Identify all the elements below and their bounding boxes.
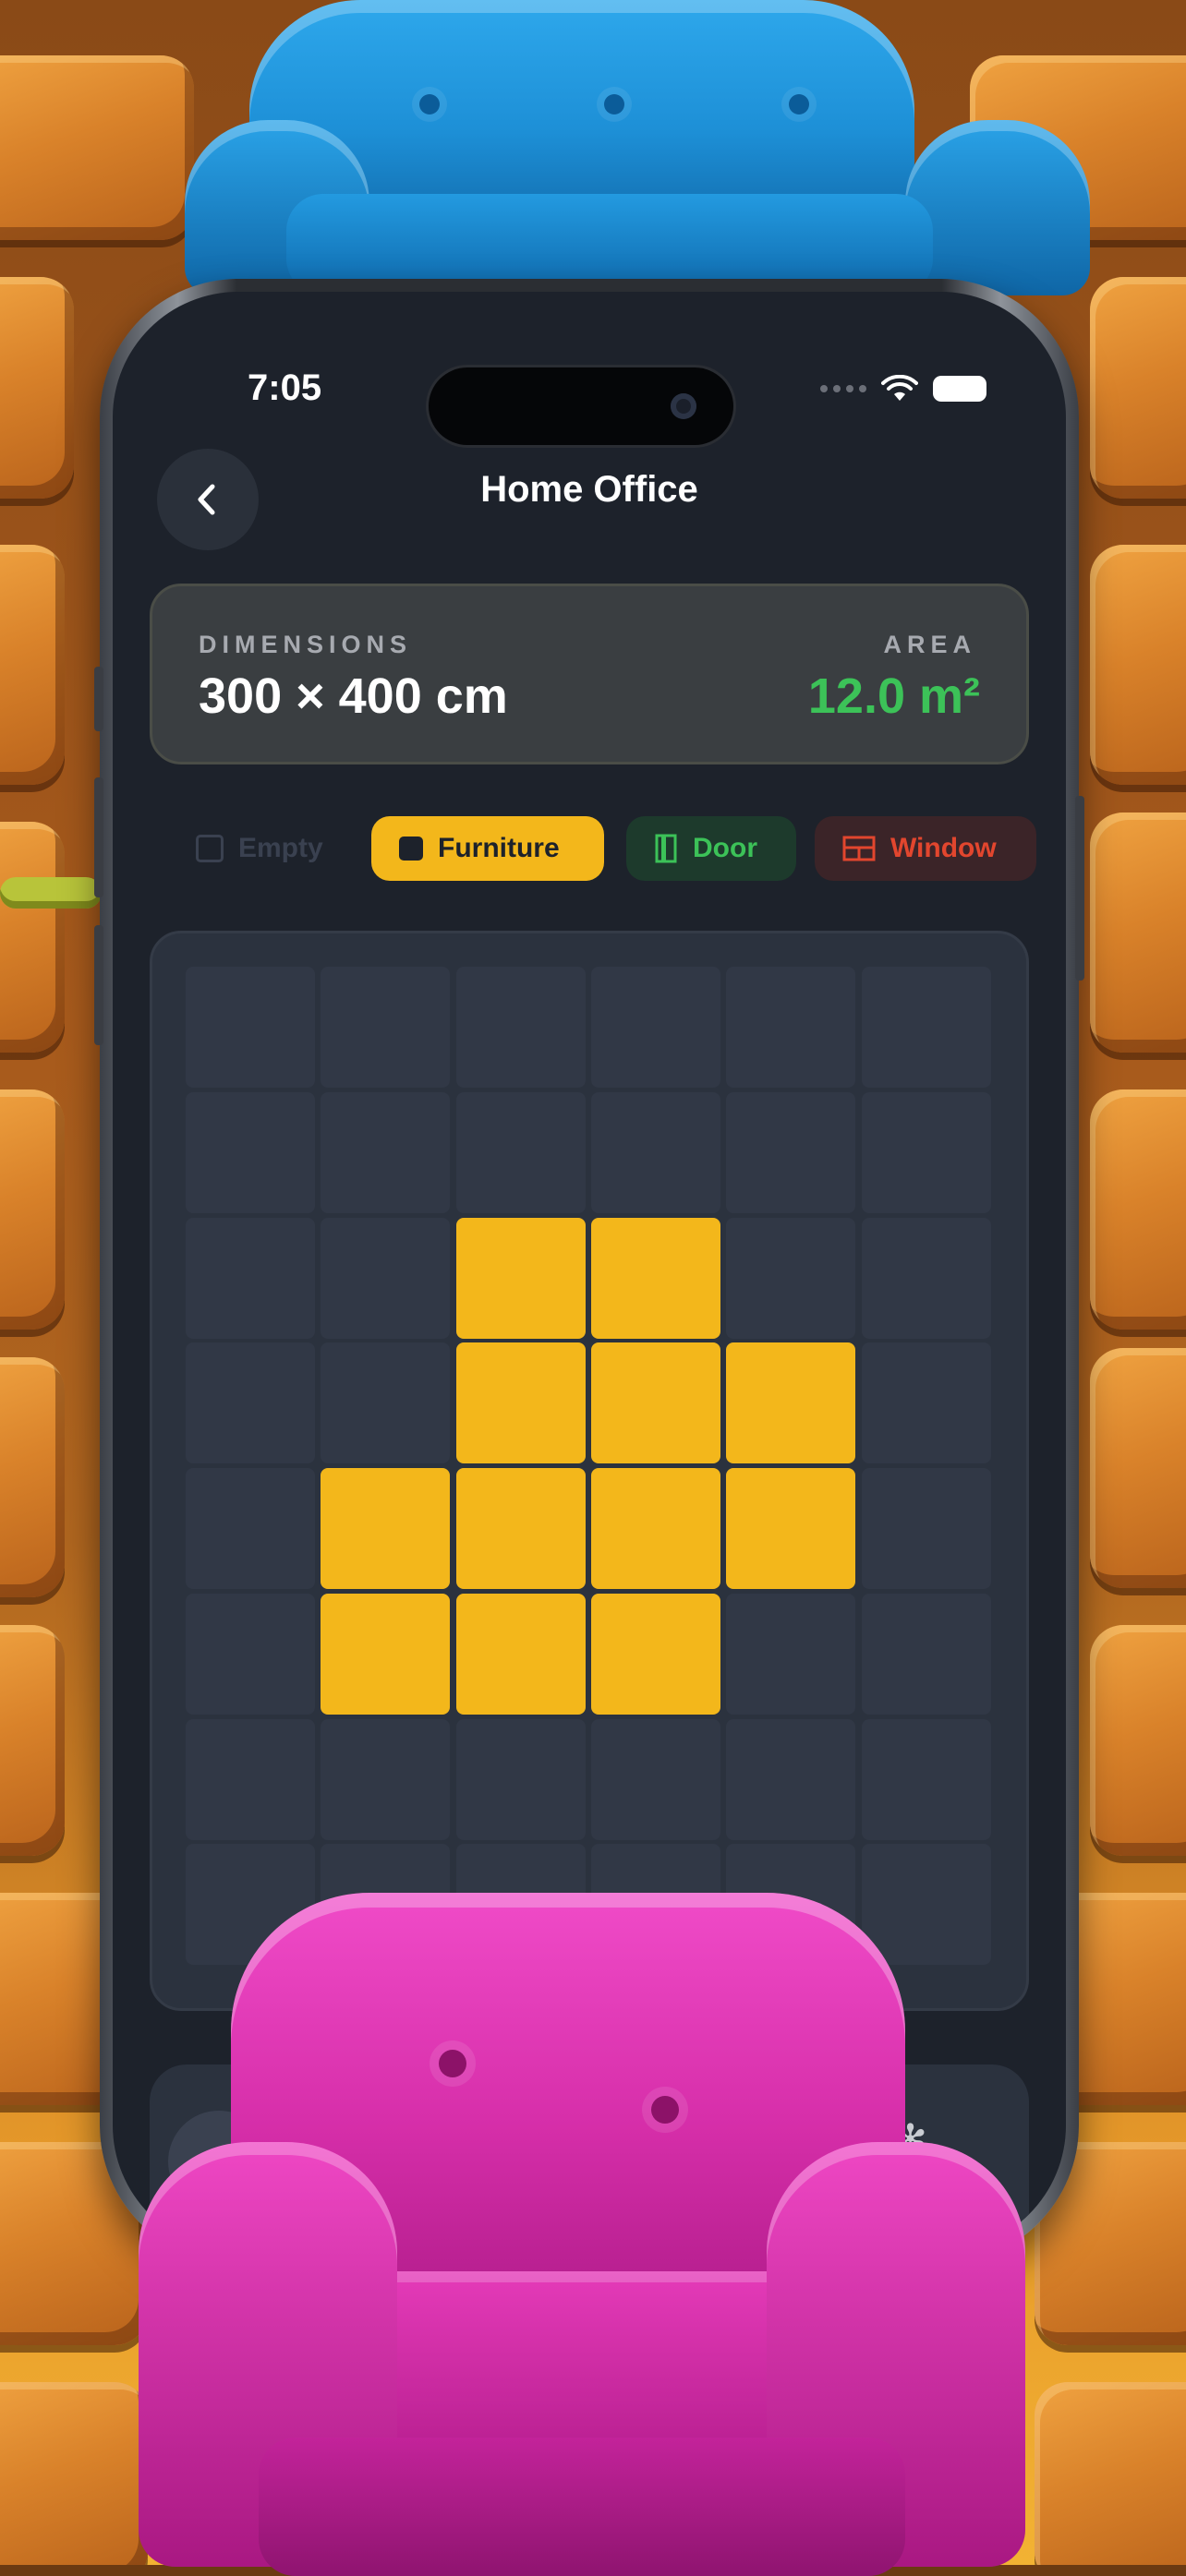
grid-cell-furniture[interactable] <box>455 1217 586 1339</box>
sofa-tuft <box>789 94 809 114</box>
tool-label: Furniture <box>438 833 560 863</box>
grid-cell-furniture[interactable] <box>590 1217 720 1339</box>
brick <box>0 822 65 1053</box>
brick <box>0 277 74 499</box>
grid-cell-empty[interactable] <box>861 1342 991 1464</box>
grid-cell-empty[interactable] <box>861 1468 991 1589</box>
grid-cell-empty[interactable] <box>186 1091 315 1213</box>
grid-cell-empty[interactable] <box>455 1718 586 1840</box>
grid-cell-furniture[interactable] <box>455 1593 586 1715</box>
tool-empty[interactable]: Empty <box>168 816 351 881</box>
grid-cell-empty[interactable] <box>455 967 586 1088</box>
grid-cell-furniture[interactable] <box>321 1593 451 1715</box>
status-icons <box>820 375 986 403</box>
grid-cell-furniture[interactable] <box>726 1342 856 1464</box>
brick <box>1090 277 1186 499</box>
status-time: 7:05 <box>248 367 322 408</box>
brick <box>1090 813 1186 1053</box>
grid-cell-empty[interactable] <box>861 1217 991 1339</box>
brick <box>1090 1625 1186 1856</box>
area-label: AREA <box>883 631 976 658</box>
dimensions-card: DIMENSIONS 300 × 400 cm AREA 12.0 m² <box>150 584 1029 764</box>
brick <box>1090 1089 1186 1330</box>
grid-cell-empty[interactable] <box>726 967 856 1088</box>
dimensions-label: DIMENSIONS <box>199 631 413 658</box>
grid-cell-empty[interactable] <box>861 1718 991 1840</box>
grid-cell-empty[interactable] <box>321 1342 451 1464</box>
armchair-tuft <box>439 2050 466 2077</box>
dynamic-island <box>429 367 733 445</box>
grid-cell-empty[interactable] <box>186 1593 315 1715</box>
sofa-tuft <box>604 94 624 114</box>
tool-selector: Empty Furniture Door Window <box>113 816 1066 881</box>
tool-label: Door <box>693 833 757 863</box>
grid-cell-empty[interactable] <box>321 1091 451 1213</box>
filled-square-icon <box>399 837 423 861</box>
grid-cell-empty[interactable] <box>590 967 720 1088</box>
brick <box>0 1089 65 1330</box>
sofa-tuft <box>419 94 440 114</box>
grid-cell-empty[interactable] <box>861 1091 991 1213</box>
brick <box>0 2382 148 2565</box>
armchair-base <box>259 2438 905 2576</box>
grid-cell-empty[interactable] <box>186 1217 315 1339</box>
brick <box>0 55 194 240</box>
tool-window[interactable]: Window <box>815 816 1036 881</box>
camera-icon <box>671 393 696 419</box>
grid-cell-empty[interactable] <box>726 1217 856 1339</box>
grid-cell-empty[interactable] <box>321 967 451 1088</box>
page-title: Home Office <box>480 469 698 510</box>
moss <box>0 877 102 909</box>
brick <box>0 1357 65 1597</box>
grid-cell-empty[interactable] <box>861 1593 991 1715</box>
tool-door[interactable]: Door <box>626 816 796 881</box>
dimensions-value: 300 × 400 cm <box>199 668 508 724</box>
volume-down-button <box>94 925 103 1045</box>
floor-plan-grid <box>186 967 997 1969</box>
grid-cell-furniture[interactable] <box>321 1468 451 1589</box>
grid-cell-empty[interactable] <box>590 1718 720 1840</box>
grid-cell-empty[interactable] <box>726 1091 856 1213</box>
grid-cell-empty[interactable] <box>455 1091 586 1213</box>
tool-furniture[interactable]: Furniture <box>371 816 604 881</box>
grid-cell-empty[interactable] <box>186 967 315 1088</box>
grid-cell-furniture[interactable] <box>455 1468 586 1589</box>
brick <box>0 1625 65 1856</box>
brick <box>0 545 65 785</box>
grid-cell-furniture[interactable] <box>455 1342 586 1464</box>
grid-cell-furniture[interactable] <box>590 1593 720 1715</box>
grid-cell-empty[interactable] <box>726 1718 856 1840</box>
battery-icon <box>933 376 986 402</box>
grid-cell-furniture[interactable] <box>590 1342 720 1464</box>
grid-cell-empty[interactable] <box>186 1718 315 1840</box>
signal-dots-icon <box>820 385 866 392</box>
brick <box>1090 545 1186 785</box>
grid-cell-empty[interactable] <box>861 967 991 1088</box>
power-button <box>1075 796 1084 981</box>
window-icon <box>842 836 876 861</box>
grid-cell-empty[interactable] <box>186 1342 315 1464</box>
area-value: 12.0 m² <box>807 668 980 724</box>
blue-sofa-illustration <box>185 0 1099 295</box>
wifi-icon <box>881 375 918 401</box>
grid-cell-empty[interactable] <box>590 1091 720 1213</box>
grid-cell-empty[interactable] <box>321 1718 451 1840</box>
mute-switch <box>94 667 103 731</box>
tool-label: Empty <box>238 833 323 863</box>
tool-label: Window <box>890 833 997 863</box>
brick <box>1090 1348 1186 1588</box>
grid-cell-empty[interactable] <box>726 1593 856 1715</box>
grid-cell-empty[interactable] <box>321 1217 451 1339</box>
empty-square-icon <box>196 835 224 862</box>
floor-plan-panel <box>150 931 1029 2011</box>
grid-cell-empty[interactable] <box>186 1468 315 1589</box>
armchair-tuft <box>651 2096 679 2124</box>
volume-up-button <box>94 777 103 897</box>
sofa-arm-right <box>905 120 1090 295</box>
grid-cell-furniture[interactable] <box>590 1468 720 1589</box>
pink-armchair-illustration <box>139 1893 1081 2576</box>
grid-cell-furniture[interactable] <box>726 1468 856 1589</box>
door-icon <box>655 834 677 863</box>
